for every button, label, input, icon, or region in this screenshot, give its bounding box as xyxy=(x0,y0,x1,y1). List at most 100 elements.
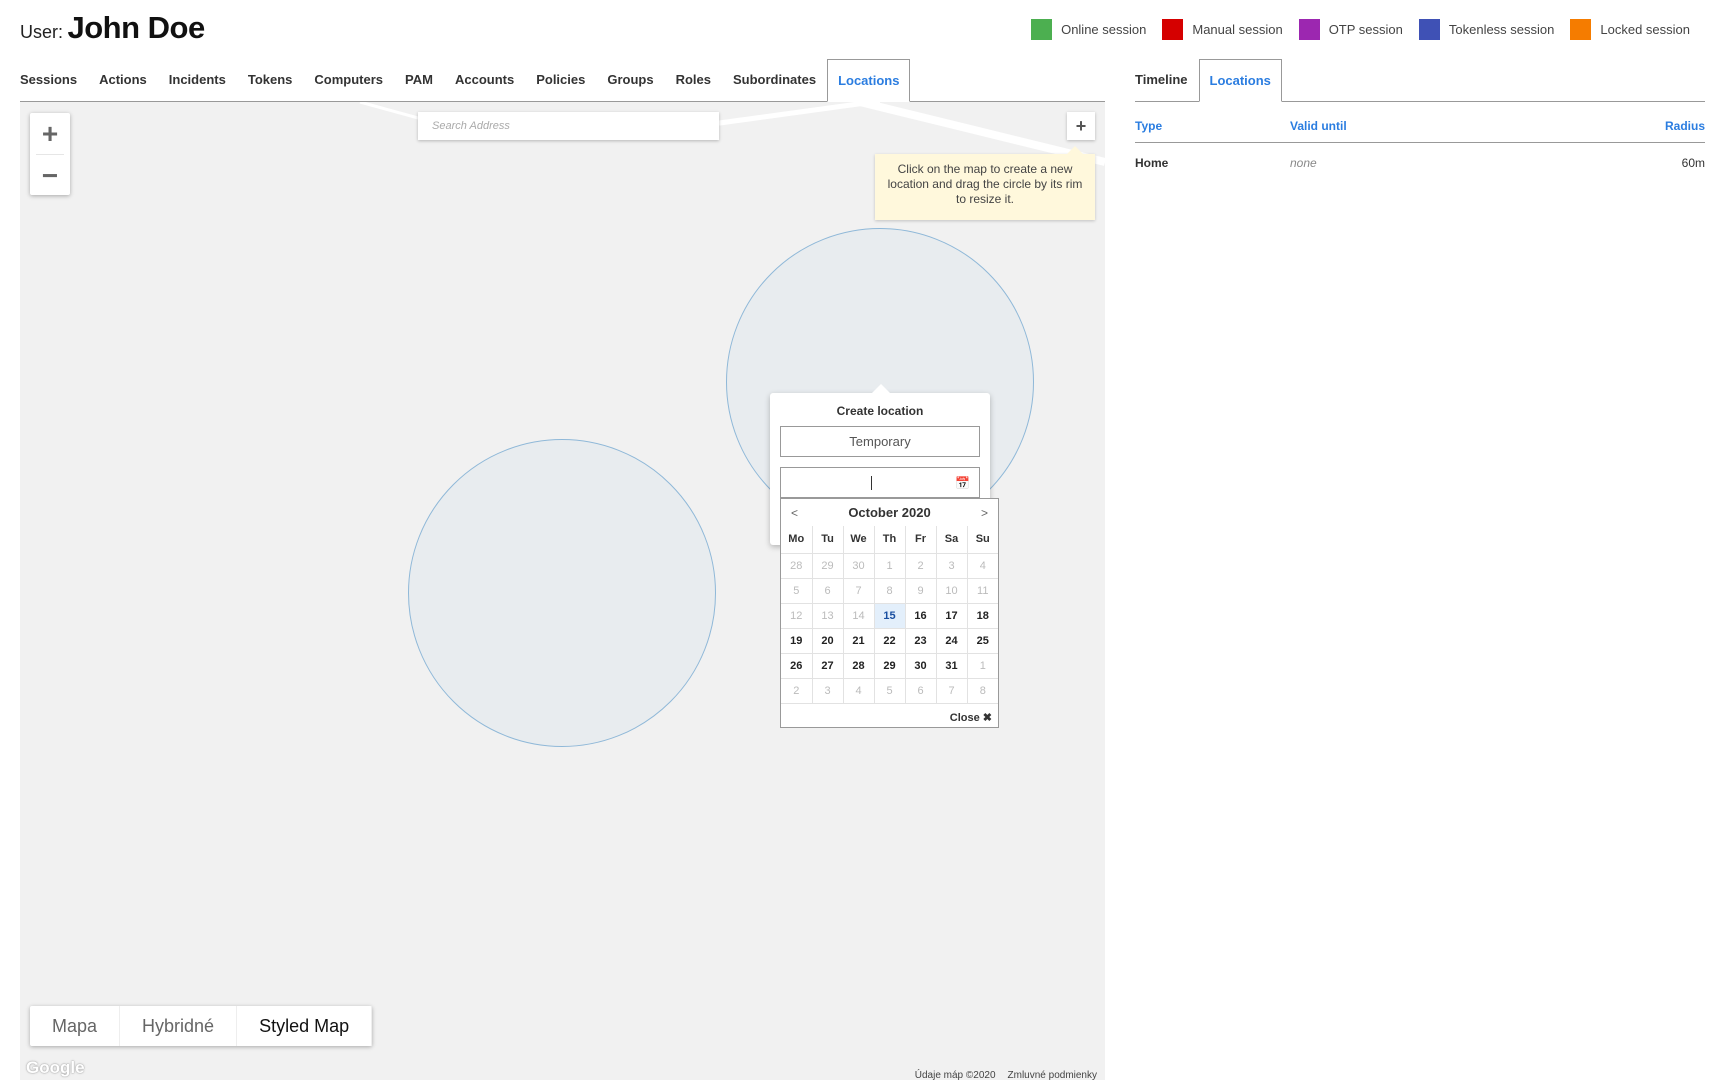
map-type-hybridné[interactable]: Hybridné xyxy=(120,1006,238,1046)
calendar-day[interactable]: 24 xyxy=(935,627,968,654)
calendar-day[interactable]: 27 xyxy=(811,652,844,679)
month-label: October 2020 xyxy=(848,505,931,520)
calendar-day[interactable]: 19 xyxy=(781,627,813,654)
map-type-styled-map[interactable]: Styled Map xyxy=(237,1006,373,1046)
next-month-button[interactable]: > xyxy=(981,506,988,520)
legend-swatch xyxy=(1570,19,1592,40)
locations-table: Type Valid until Radius Home none 60m xyxy=(1135,110,1705,183)
table-row[interactable]: Home none 60m xyxy=(1135,143,1705,183)
map-type-control: Mapa Hybridné Styled Map xyxy=(30,1006,373,1046)
calendar-day[interactable]: 16 xyxy=(904,602,937,629)
calendar-day: 12 xyxy=(781,602,813,629)
tab-tokens[interactable]: Tokens xyxy=(237,59,304,101)
calendar-icon[interactable]: 📅 xyxy=(955,476,970,490)
calendar-day[interactable]: 30 xyxy=(904,652,937,679)
calendar-day: 6 xyxy=(904,677,937,704)
tab-computers[interactable]: Computers xyxy=(303,59,394,101)
calendar-day: 1 xyxy=(966,652,998,679)
search-address-input[interactable] xyxy=(418,112,719,140)
calendar-day: 4 xyxy=(966,552,998,579)
calendar-day[interactable]: 20 xyxy=(811,627,844,654)
calendar-day[interactable]: 18 xyxy=(966,602,998,629)
day-name: Tu xyxy=(811,526,844,554)
add-location-button[interactable]: + xyxy=(1067,112,1095,140)
header-type[interactable]: Type xyxy=(1135,119,1290,133)
calendar-day: 3 xyxy=(811,677,844,704)
location-circle[interactable] xyxy=(408,439,716,747)
calendar-day: 30 xyxy=(842,552,875,579)
calendar-day[interactable]: 26 xyxy=(781,652,813,679)
legend-item: Online session xyxy=(1031,19,1146,40)
zoom-out-button[interactable]: − xyxy=(30,155,70,196)
legend-label: Manual session xyxy=(1192,22,1283,37)
calendar-week: 5 6 7 8 9 10 11 xyxy=(781,577,998,604)
calendar-day[interactable]: 22 xyxy=(873,627,906,654)
map[interactable]: + − + Click on the map to create a new l… xyxy=(20,102,1105,1080)
legend-swatch xyxy=(1162,19,1184,40)
header-valid-until[interactable]: Valid until xyxy=(1290,119,1665,133)
tab-actions[interactable]: Actions xyxy=(88,59,158,101)
calendar-day-today[interactable]: 15 xyxy=(873,602,906,629)
cell-type: Home xyxy=(1135,156,1169,170)
side-tab-locations[interactable]: Locations xyxy=(1198,59,1282,102)
prev-month-button[interactable]: < xyxy=(791,506,798,520)
side-tabs: Timeline Locations xyxy=(1135,59,1705,102)
zoom-in-button[interactable]: + xyxy=(30,113,70,154)
map-footer: Údaje máp ©2020 Zmluvné podmienky xyxy=(903,1070,1097,1080)
day-name: Mo xyxy=(781,526,813,554)
calendar-day[interactable]: 25 xyxy=(966,627,998,654)
calendar-day: 3 xyxy=(935,552,968,579)
day-names-row: Mo Tu We Th Fr Sa Su xyxy=(781,526,998,554)
calendar-day: 29 xyxy=(811,552,844,579)
map-type-mapa[interactable]: Mapa xyxy=(30,1006,121,1046)
calendar-day: 5 xyxy=(873,677,906,704)
tab-pam[interactable]: PAM xyxy=(394,59,444,101)
calendar-day[interactable]: 23 xyxy=(904,627,937,654)
calendar-day: 7 xyxy=(842,577,875,604)
calendar-week: 12 13 14 15 16 17 18 xyxy=(781,602,998,629)
calendar-week: 26 27 28 29 30 31 1 xyxy=(781,652,998,679)
calendar-day[interactable]: 31 xyxy=(935,652,968,679)
google-logo: Google xyxy=(26,1058,85,1077)
tab-roles[interactable]: Roles xyxy=(665,59,722,101)
calendar-week: 2345678 xyxy=(781,677,998,704)
calendar-day: 8 xyxy=(873,577,906,604)
calendar-day[interactable]: 28 xyxy=(842,652,875,679)
tab-accounts[interactable]: Accounts xyxy=(444,59,525,101)
tab-subordinates[interactable]: Subordinates xyxy=(722,59,827,101)
calendar-day: 9 xyxy=(904,577,937,604)
user-name: John Doe xyxy=(67,10,205,45)
terms-link[interactable]: Zmluvné podmienky xyxy=(1008,1070,1097,1080)
help-tooltip: Click on the map to create a new locatio… xyxy=(875,146,1095,220)
calendar-grid: Mo Tu We Th Fr Sa Su 28 29 30 1 2 3 4 5 6 7 8 9 10 11 12 13 14 1… xyxy=(781,526,998,704)
calendar-day[interactable]: 21 xyxy=(842,627,875,654)
main-tabs: Sessions Actions Incidents Tokens Computers P… xyxy=(20,59,1105,102)
side-tab-timeline[interactable]: Timeline xyxy=(1135,59,1199,101)
tab-groups[interactable]: Groups xyxy=(596,59,664,101)
calendar-day: 10 xyxy=(935,577,968,604)
table-header: Type Valid until Radius xyxy=(1135,110,1705,143)
calendar-day[interactable]: 17 xyxy=(935,602,968,629)
calendar-day: 28 xyxy=(781,552,813,579)
tab-incidents[interactable]: Incidents xyxy=(158,59,237,101)
tab-locations[interactable]: Locations xyxy=(827,59,911,102)
tab-sessions[interactable]: Sessions xyxy=(20,59,88,101)
tab-policies[interactable]: Policies xyxy=(525,59,596,101)
legend-item: Locked session xyxy=(1570,19,1690,40)
legend-item: Tokenless session xyxy=(1418,19,1554,40)
day-name: Sa xyxy=(935,526,968,554)
calendar-day: 13 xyxy=(811,602,844,629)
valid-until-input[interactable]: 📅 xyxy=(780,467,980,498)
legend-swatch xyxy=(1418,19,1440,40)
zoom-control: + − xyxy=(30,113,70,195)
day-name: Su xyxy=(966,526,998,554)
calendar-day[interactable]: 29 xyxy=(873,652,906,679)
calendar-day: 4 xyxy=(842,677,875,704)
calendar-day: 11 xyxy=(966,577,998,604)
header-radius[interactable]: Radius xyxy=(1665,119,1705,133)
calendar-day: 1 xyxy=(873,552,906,579)
cell-radius: 60m xyxy=(1681,156,1705,170)
close-calendar-button[interactable]: Close ✖ xyxy=(781,704,998,731)
location-type-select[interactable]: Temporary xyxy=(780,426,980,457)
legend-label: OTP session xyxy=(1328,22,1403,37)
